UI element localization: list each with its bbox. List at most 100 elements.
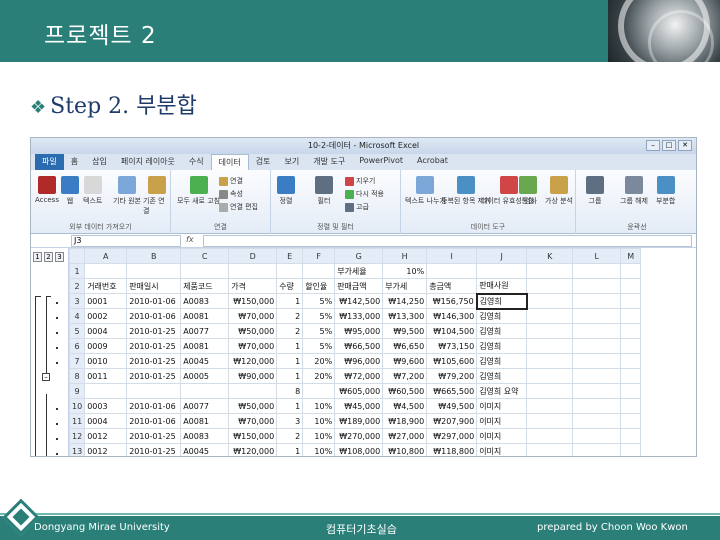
cell[interactable]: ₩50,000	[228, 398, 278, 414]
cell[interactable]: ₩27,000	[382, 428, 428, 444]
cell[interactable]: 20%	[302, 368, 336, 384]
cell[interactable]: 2010-01-06	[126, 308, 182, 324]
cell[interactable]: 1	[276, 368, 304, 384]
cell[interactable]: 총금액	[426, 278, 478, 294]
cell[interactable]: ₩7,200	[382, 368, 428, 384]
cell[interactable]	[572, 368, 622, 384]
cell[interactable]: 2	[276, 308, 304, 324]
cell[interactable]: 김영희	[476, 308, 528, 324]
cell[interactable]: 거래번호	[84, 278, 128, 294]
cell[interactable]: 0012	[84, 443, 128, 456]
ribbon-tab[interactable]: 페이지 레이아웃	[114, 154, 182, 170]
cell[interactable]: A0045	[180, 353, 230, 369]
cell[interactable]: 3	[276, 413, 304, 429]
cell[interactable]	[526, 398, 574, 414]
cell[interactable]: ₩156,750	[426, 293, 478, 309]
cell[interactable]: 5%	[302, 308, 336, 324]
text-to-columns-button[interactable]: 텍스트 나누기	[405, 176, 446, 206]
cell[interactable]	[526, 443, 574, 456]
cell[interactable]: ₩14,250	[382, 293, 428, 309]
cell[interactable]	[572, 323, 622, 339]
cell[interactable]: 10%	[302, 428, 336, 444]
cell[interactable]: ₩120,000	[228, 443, 278, 456]
cell[interactable]: ₩95,000	[334, 323, 384, 339]
cell[interactable]: 2010-01-25	[126, 323, 182, 339]
row-header[interactable]: 11	[68, 413, 86, 429]
cell[interactable]: ₩270,000	[334, 428, 384, 444]
cell[interactable]: ₩90,000	[228, 368, 278, 384]
cell[interactable]: ₩70,000	[228, 413, 278, 429]
what-if-button[interactable]: 가상 분석	[545, 176, 573, 206]
cell[interactable]: 0009	[84, 338, 128, 354]
cell[interactable]: 김영희	[476, 323, 528, 339]
cell[interactable]: 2	[276, 323, 304, 339]
column-header[interactable]: D	[228, 248, 278, 264]
cell[interactable]: ₩6,650	[382, 338, 428, 354]
cell[interactable]: 부가세	[382, 278, 428, 294]
cell[interactable]	[572, 338, 622, 354]
cell[interactable]	[620, 263, 642, 279]
cell[interactable]	[572, 383, 622, 399]
cell[interactable]: 제품코드	[180, 278, 230, 294]
cell[interactable]	[620, 323, 642, 339]
cell[interactable]: 2010-01-25	[126, 428, 182, 444]
outline-level-1-button[interactable]: 1	[33, 252, 42, 262]
cell[interactable]: 1	[276, 293, 304, 309]
reapply-button[interactable]: 다시 적용	[345, 189, 384, 199]
close-button[interactable]: ✕	[678, 140, 692, 151]
cell[interactable]: 0003	[84, 398, 128, 414]
cell[interactable]	[620, 428, 642, 444]
cell[interactable]: 판매금액	[334, 278, 384, 294]
cell[interactable]: 김영희	[476, 368, 528, 384]
name-box[interactable]: J3	[71, 235, 181, 247]
cell[interactable]: ₩150,000	[228, 428, 278, 444]
cell[interactable]	[526, 338, 574, 354]
cell[interactable]: 판매사원	[476, 278, 528, 294]
edit-links-button[interactable]: 연결 편집	[219, 202, 258, 212]
access-button[interactable]: Access	[35, 176, 59, 204]
cell[interactable]	[526, 383, 574, 399]
cell[interactable]: 2010-01-25	[126, 338, 182, 354]
cell[interactable]: A0083	[180, 293, 230, 309]
cell[interactable]	[526, 323, 574, 339]
ribbon-tab[interactable]: 파일	[35, 154, 64, 170]
ungroup-button[interactable]: 그룹 해제	[620, 176, 648, 206]
column-header[interactable]: F	[302, 248, 336, 264]
outline-level-3-button[interactable]: 3	[55, 252, 64, 262]
cell[interactable]	[526, 428, 574, 444]
cell[interactable]	[572, 278, 622, 294]
cell[interactable]: ₩72,000	[334, 368, 384, 384]
cell[interactable]: 10%	[302, 413, 336, 429]
cell[interactable]: 2010-01-25	[126, 353, 182, 369]
cell[interactable]: ₩118,800	[426, 443, 478, 456]
web-button[interactable]: 웹	[61, 176, 79, 206]
cell[interactable]: ₩79,200	[426, 368, 478, 384]
cell[interactable]: ₩150,000	[228, 293, 278, 309]
cell[interactable]: ₩665,500	[426, 383, 478, 399]
properties-button[interactable]: 속성	[219, 189, 243, 199]
cell[interactable]: A0083	[180, 428, 230, 444]
ribbon-tab[interactable]: PowerPivot	[352, 154, 410, 170]
cell[interactable]	[476, 263, 528, 279]
cell[interactable]	[572, 293, 622, 309]
cell[interactable]	[526, 368, 574, 384]
cell[interactable]: 10%	[382, 263, 428, 279]
cell[interactable]	[526, 308, 574, 324]
cell[interactable]: ₩18,900	[382, 413, 428, 429]
row-header[interactable]: 10	[68, 398, 86, 414]
ribbon-tab[interactable]: 개발 도구	[306, 154, 352, 170]
row-header[interactable]: 13	[68, 443, 86, 456]
cell[interactable]	[426, 263, 478, 279]
outline-level-2-button[interactable]: 2	[44, 252, 53, 262]
refresh-all-button[interactable]: 모두 새로 고침	[177, 176, 220, 206]
cell[interactable]: ₩207,900	[426, 413, 478, 429]
cell[interactable]	[620, 338, 642, 354]
cell[interactable]: A0081	[180, 338, 230, 354]
collapse-group-button[interactable]: –	[42, 373, 50, 381]
column-header[interactable]: J	[476, 248, 528, 264]
cell[interactable]: ₩104,500	[426, 323, 478, 339]
cell[interactable]: 이미지	[476, 413, 528, 429]
cell[interactable]: ₩4,500	[382, 398, 428, 414]
cell[interactable]: ₩105,600	[426, 353, 478, 369]
cell[interactable]: ₩9,500	[382, 323, 428, 339]
